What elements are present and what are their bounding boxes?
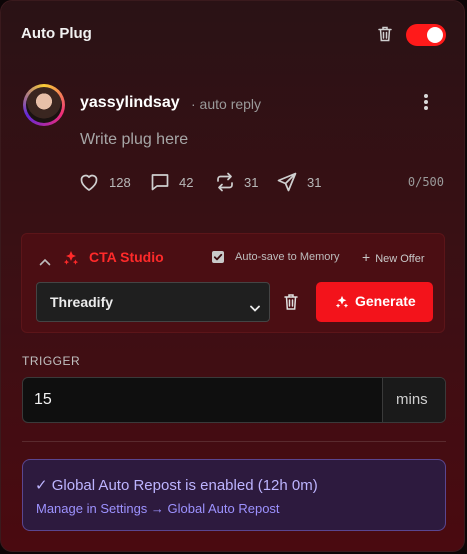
repost-icon xyxy=(217,172,233,192)
trigger-unit: mins xyxy=(382,378,445,422)
panel-header: Auto Plug xyxy=(21,24,446,46)
comments-count: 42 xyxy=(179,175,194,190)
sparkle-icon xyxy=(335,295,349,314)
trigger-unit-label: mins xyxy=(396,391,428,408)
trash-icon[interactable] xyxy=(376,25,394,43)
delete-offer-icon[interactable] xyxy=(283,293,299,311)
auto-save-label: Auto-save to Memory xyxy=(235,251,340,263)
avatar-photo xyxy=(26,87,62,123)
auto-save-checkbox[interactable] xyxy=(212,251,224,263)
plug-text-input[interactable] xyxy=(78,127,412,153)
likes-stat[interactable]: 128 xyxy=(78,171,138,193)
generate-button[interactable]: Generate xyxy=(316,282,433,322)
trigger-field: mins xyxy=(22,377,446,423)
global-repost-notice: ✓ Global Auto Repost is enabled (12h 0m)… xyxy=(22,459,446,531)
generate-label: Generate xyxy=(355,293,416,309)
send-icon xyxy=(277,172,297,192)
offer-select-value: Threadify xyxy=(50,294,114,310)
enable-toggle[interactable] xyxy=(406,24,446,46)
cta-studio-section: CTA Studio Auto-save to Memory + New Offe… xyxy=(21,233,445,333)
auto-plug-panel: Auto Plug yassylindsay · auto reply 128 xyxy=(0,0,465,552)
username[interactable]: yassylindsay xyxy=(80,94,180,112)
new-offer-button[interactable]: + New Offer xyxy=(362,249,425,265)
char-counter: 0/500 xyxy=(407,175,444,189)
offer-select[interactable]: Threadify xyxy=(36,282,270,322)
more-options-icon[interactable] xyxy=(419,94,433,114)
reposts-count: 31 xyxy=(244,175,259,190)
manage-settings-link[interactable]: Manage in Settings → Global Auto Repost xyxy=(36,501,280,516)
chevron-down-icon xyxy=(250,299,260,317)
sparkle-logo-icon xyxy=(63,250,79,266)
new-offer-label: New Offer xyxy=(375,253,425,265)
repost-status-text: ✓ Global Auto Repost is enabled (12h 0m) xyxy=(35,477,318,494)
shares-count: 31 xyxy=(307,175,322,190)
heart-icon xyxy=(80,174,98,191)
trigger-input[interactable] xyxy=(23,378,383,422)
comment-icon xyxy=(151,174,169,191)
post-stats: 128 42 31 31 xyxy=(78,171,448,193)
auto-reply-tag: · auto reply xyxy=(191,96,262,112)
trigger-label: TRIGGER xyxy=(22,354,81,368)
shares-stat[interactable]: 31 xyxy=(276,171,336,193)
plus-icon: + xyxy=(362,249,371,265)
divider xyxy=(22,441,446,442)
cta-studio-title: CTA Studio xyxy=(89,249,164,265)
chevron-up-icon[interactable] xyxy=(39,253,51,266)
comments-stat[interactable]: 42 xyxy=(149,171,209,193)
likes-count: 128 xyxy=(109,175,131,190)
avatar[interactable] xyxy=(23,84,65,126)
panel-title: Auto Plug xyxy=(21,25,92,42)
toggle-knob xyxy=(427,27,443,43)
reposts-stat[interactable]: 31 xyxy=(214,171,274,193)
